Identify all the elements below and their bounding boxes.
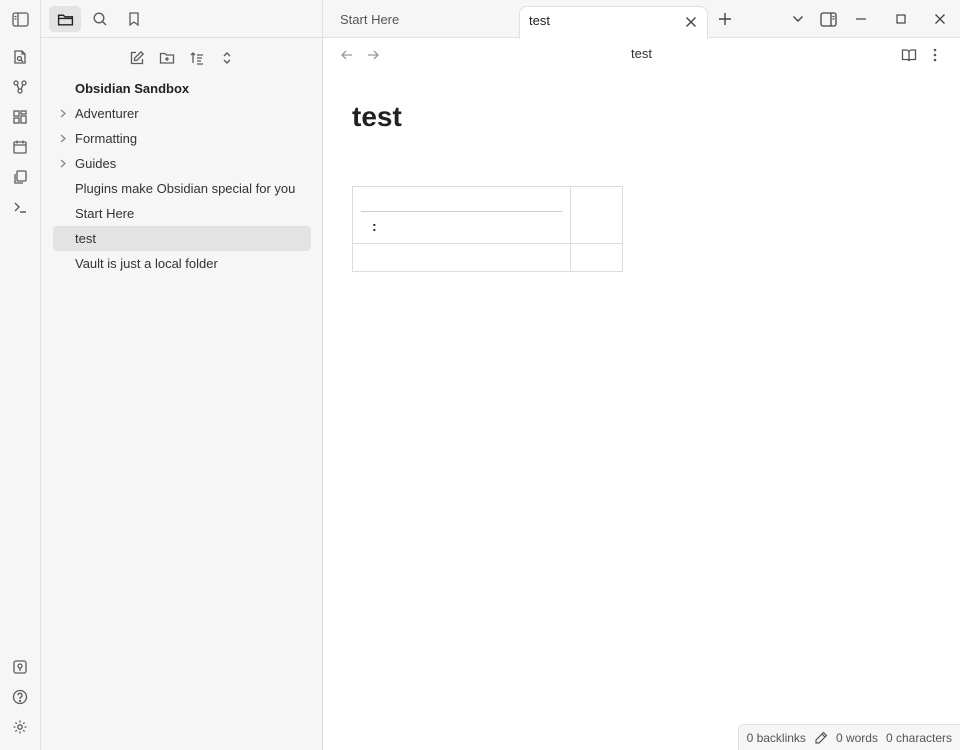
chevron-right-icon	[59, 159, 67, 168]
vault-root[interactable]: Obsidian Sandbox	[53, 76, 311, 101]
file-vault-is-just-a-local-folder[interactable]: Vault is just a local folder	[53, 251, 311, 276]
table-cell[interactable]	[570, 186, 623, 244]
tree-item-label: test	[75, 231, 96, 246]
file-explorer-actions	[122, 45, 242, 71]
table-row	[352, 243, 623, 272]
open-quick-switcher-icon[interactable]	[8, 45, 32, 69]
tab-bar: Start Here test	[323, 0, 960, 39]
document-title[interactable]: test	[352, 101, 402, 133]
cell-text: :	[372, 218, 377, 234]
table-cell[interactable]	[570, 243, 623, 272]
minimize-icon[interactable]	[849, 8, 873, 30]
backlinks-count[interactable]: 0 backlinks	[747, 731, 806, 745]
file-tree: Obsidian Sandbox Adventurer Formatting G…	[53, 76, 311, 276]
view-title[interactable]: test	[323, 46, 960, 61]
new-folder-icon[interactable]	[152, 45, 182, 71]
view-header: test	[323, 38, 960, 72]
bookmark-icon[interactable]	[118, 6, 150, 32]
tab-test[interactable]: test	[519, 6, 708, 39]
left-ribbon	[0, 0, 41, 750]
status-bar: 0 backlinks 0 words 0 characters	[737, 724, 960, 750]
word-count: 0 words	[835, 730, 878, 745]
search-icon[interactable]	[84, 6, 116, 32]
maximize-icon[interactable]	[889, 8, 913, 30]
tab-label: Start Here	[340, 12, 400, 27]
folder-formatting[interactable]: Formatting	[53, 126, 311, 151]
tree-item-label: Adventurer	[75, 106, 139, 121]
tab-start-here[interactable]: Start Here	[323, 6, 519, 38]
close-icon[interactable]	[683, 14, 699, 30]
character-count: 0 characters	[885, 730, 952, 745]
file-explorer-sidebar: Obsidian Sandbox Adventurer Formatting G…	[41, 0, 323, 750]
tree-item-label: Vault is just a local folder	[75, 256, 218, 271]
vault-switcher-icon[interactable]	[8, 655, 32, 679]
table-cell[interactable]: :	[352, 186, 571, 244]
sidebar-toggle-icon[interactable]	[8, 8, 32, 30]
cell-divider	[361, 211, 562, 212]
sidebar-tab-header	[41, 0, 323, 38]
more-options-icon[interactable]	[925, 46, 945, 64]
edit-pencil-icon[interactable]	[814, 731, 828, 745]
tree-item-label: Plugins make Obsidian special for you	[75, 181, 296, 196]
command-palette-icon[interactable]	[8, 195, 32, 219]
main-workspace: Start Here test test test: 0 backlinks …	[323, 0, 960, 750]
file-start-here[interactable]: Start Here	[53, 201, 311, 226]
tab-label: test	[529, 13, 550, 28]
tree-item-label: Formatting	[75, 131, 138, 146]
sort-icon[interactable]	[182, 45, 212, 71]
chevron-right-icon	[59, 134, 67, 143]
table-cell[interactable]	[352, 243, 571, 272]
folder-adventurer[interactable]: Adventurer	[53, 101, 311, 126]
templates-icon[interactable]	[8, 165, 32, 189]
markdown-table[interactable]: :	[352, 186, 623, 272]
graph-view-icon[interactable]	[8, 75, 32, 99]
daily-note-icon[interactable]	[8, 135, 32, 159]
folder-guides[interactable]: Guides	[53, 151, 311, 176]
file-plugins-make-obsidian-special[interactable]: Plugins make Obsidian special for you	[53, 176, 311, 201]
folder-icon[interactable]	[49, 6, 81, 32]
file-test[interactable]: test	[53, 226, 311, 251]
table-row: :	[352, 186, 623, 244]
right-sidebar-toggle-icon[interactable]	[816, 8, 840, 30]
new-note-icon[interactable]	[122, 45, 152, 71]
reading-view-book-icon[interactable]	[899, 46, 919, 64]
collapse-all-icon[interactable]	[212, 45, 242, 71]
canvas-icon[interactable]	[8, 105, 32, 129]
tree-item-label: Start Here	[75, 206, 135, 221]
new-tab-icon[interactable]	[713, 8, 737, 30]
chevron-right-icon	[59, 109, 67, 118]
tree-item-label: Guides	[75, 156, 117, 171]
tab-list-chevron-down-icon[interactable]	[786, 8, 810, 30]
settings-icon[interactable]	[8, 715, 32, 739]
help-icon[interactable]	[8, 685, 32, 709]
close-window-icon[interactable]	[928, 8, 952, 30]
